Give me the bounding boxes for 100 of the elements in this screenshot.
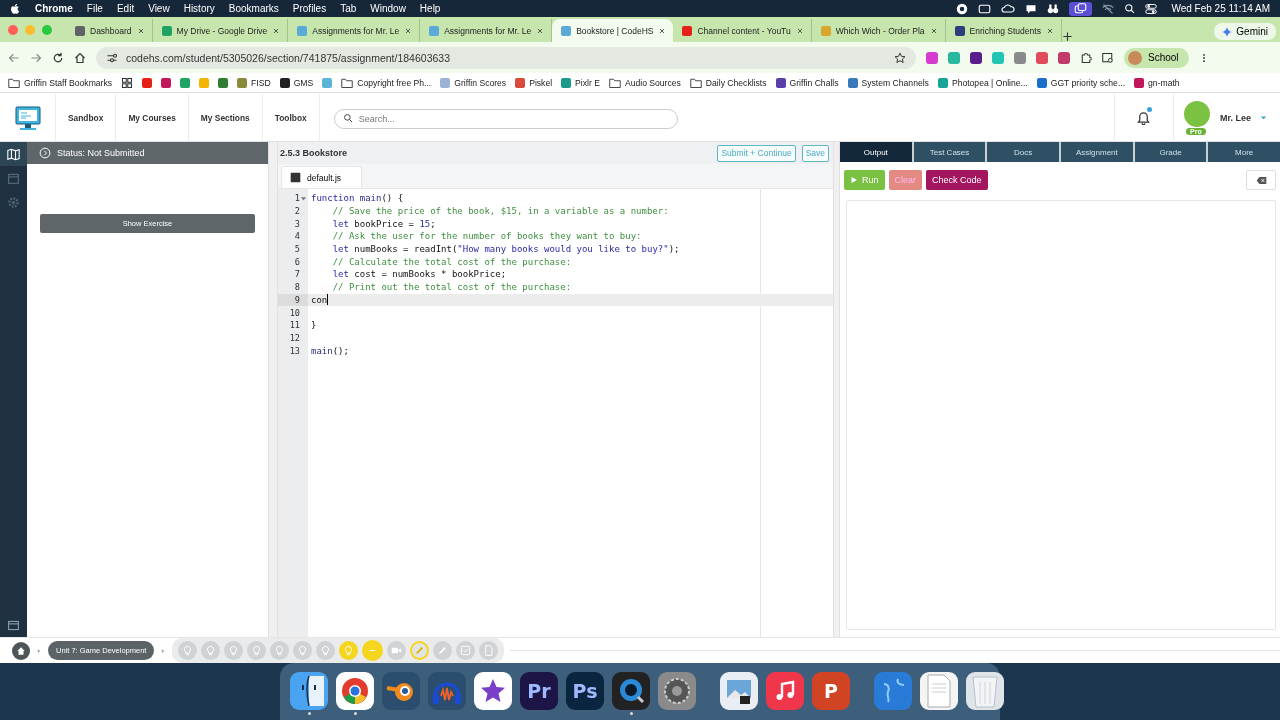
lightbulb-icon	[228, 645, 240, 656]
caret-icon[interactable]	[1259, 113, 1268, 122]
extension-icon[interactable]	[1058, 51, 1070, 64]
bookmark[interactable]: Piskel	[515, 77, 553, 88]
search-field[interactable]: Search...	[333, 108, 678, 129]
bookmark[interactable]: Griffin Scores	[440, 77, 507, 88]
close-icon[interactable]	[929, 26, 938, 35]
panel-tab[interactable]: Docs	[987, 142, 1059, 162]
bookmark[interactable]: Griffin Staff Bookmarks	[8, 76, 113, 89]
bookmark[interactable]: gn-math	[1134, 77, 1180, 88]
close-icon[interactable]	[272, 26, 281, 35]
wifi-off-icon	[1102, 2, 1115, 15]
map-button[interactable]	[0, 142, 27, 166]
bookmark[interactable]: Griffin Challs	[775, 77, 839, 88]
tab-search-icon[interactable]	[1102, 51, 1114, 64]
line-number: 4	[293, 230, 301, 243]
check-code-button[interactable]: Check Code	[926, 170, 988, 190]
panel-tab[interactable]: More	[1208, 142, 1280, 162]
nav-link[interactable]: My Courses	[115, 94, 188, 141]
menu-item[interactable]: Help	[419, 3, 441, 14]
search-icon	[342, 112, 353, 123]
line-number: 2	[293, 205, 301, 218]
menu-item[interactable]: Edit	[116, 3, 135, 14]
bookmark[interactable]: Copyright free Ph...	[341, 76, 432, 89]
lightbulb-icon	[320, 645, 332, 656]
cloud-icon	[1001, 2, 1016, 15]
browser-icon[interactable]	[336, 671, 374, 715]
bookmark[interactable]: System Channels	[847, 77, 929, 88]
home-icon[interactable]	[74, 51, 86, 64]
browser-tab[interactable]: Bookstore | CodeHS	[552, 19, 674, 42]
menu-item[interactable]: Tab	[340, 3, 357, 14]
code-line: let bookPrice = 15;	[331, 218, 436, 229]
extension-icon[interactable]	[970, 51, 982, 64]
menu-item[interactable]: Chrome	[35, 3, 73, 14]
gemini-button[interactable]: Gemini	[1214, 23, 1276, 40]
address-bar[interactable]: codehs.com/student/5305026/section/741875/assignment/184603633	[96, 46, 916, 69]
bell-icon[interactable]	[1136, 110, 1152, 125]
menu-item[interactable]: History	[183, 3, 215, 14]
menu-item[interactable]: View	[148, 3, 170, 14]
home-icon	[16, 645, 26, 656]
panel-tab[interactable]: Assignment	[1061, 142, 1133, 162]
map-icon	[7, 147, 20, 161]
tab-title: My Drive - Google Drive	[176, 25, 268, 36]
display-icon	[978, 2, 992, 15]
plus-icon[interactable]	[1061, 31, 1073, 42]
close-icon[interactable]	[404, 26, 413, 35]
tab-title: Which Wich - Order Pla	[835, 25, 925, 36]
close-icon[interactable]	[136, 26, 145, 35]
panel-tab[interactable]: Output	[840, 142, 912, 162]
menu-item[interactable]: Profiles	[292, 3, 327, 14]
menu-item[interactable]: Bookmarks	[228, 3, 279, 14]
puzzle-icon[interactable]	[1080, 51, 1092, 64]
resize-handle[interactable]	[268, 142, 278, 637]
forward-icon[interactable]	[30, 51, 42, 64]
bookmark[interactable]: FISD	[237, 77, 271, 88]
user-name[interactable]: Mr. Lee	[1220, 112, 1251, 123]
clear-output-button[interactable]	[1246, 170, 1276, 190]
bookmark[interactable]: Audio Sources	[608, 76, 681, 89]
profile-button[interactable]: School	[1124, 47, 1189, 68]
toggles-icon	[1145, 2, 1158, 15]
close-icon[interactable]	[536, 26, 545, 35]
line-number: 8	[293, 281, 301, 294]
computer-logo-icon[interactable]	[13, 104, 42, 131]
chevron-icon	[36, 647, 42, 654]
menu-item[interactable]: Window	[370, 3, 406, 14]
panel-tab[interactable]: Grade	[1134, 142, 1207, 162]
close-icon[interactable]	[1045, 26, 1054, 35]
document-icon	[483, 645, 495, 656]
tab-title: Assignments for Mr. Le	[444, 25, 532, 36]
close-icon[interactable]	[658, 26, 667, 35]
menu-item[interactable]: File	[86, 3, 103, 14]
home-button[interactable]	[12, 641, 30, 660]
lightbulb-icon	[343, 645, 355, 656]
nav-link[interactable]: Sandbox	[55, 94, 116, 141]
code-line: }	[311, 320, 317, 331]
tab-title: Assignments for Mr. Le	[312, 25, 400, 36]
backspace-icon	[1254, 174, 1268, 186]
bookmark[interactable]: Daily Checklists	[689, 76, 767, 89]
chevron-icon	[160, 647, 167, 654]
bookmark[interactable]: Pixlr E	[561, 77, 600, 88]
panel-tab[interactable]: Test Cases	[913, 142, 986, 162]
back-icon[interactable]	[8, 51, 20, 64]
star-outline-icon[interactable]	[894, 51, 906, 64]
line-number: 6	[293, 255, 301, 269]
bookmark[interactable]: Photopea | Online...	[937, 77, 1028, 88]
book-icon	[7, 618, 20, 632]
fold-arrow-icon[interactable]	[301, 195, 306, 201]
folder-icon	[689, 76, 702, 89]
folder-icon	[341, 76, 354, 89]
folder-icon	[8, 76, 20, 89]
close-icon[interactable]	[795, 26, 804, 35]
nav-link[interactable]: Toolbox	[261, 94, 320, 141]
nav-link[interactable]: My Sections	[187, 94, 262, 141]
reload-icon[interactable]	[52, 51, 64, 64]
lens-icon[interactable]	[612, 671, 650, 715]
bookmark[interactable]: GMS	[279, 77, 314, 88]
code-line: let numBooks = readInt("How many books would you like to buy?");	[331, 244, 680, 255]
resize-handle[interactable]	[833, 142, 840, 637]
bookmark[interactable]: GGT priority sche...	[1036, 77, 1126, 88]
file-tab[interactable]: default.js	[281, 166, 363, 188]
